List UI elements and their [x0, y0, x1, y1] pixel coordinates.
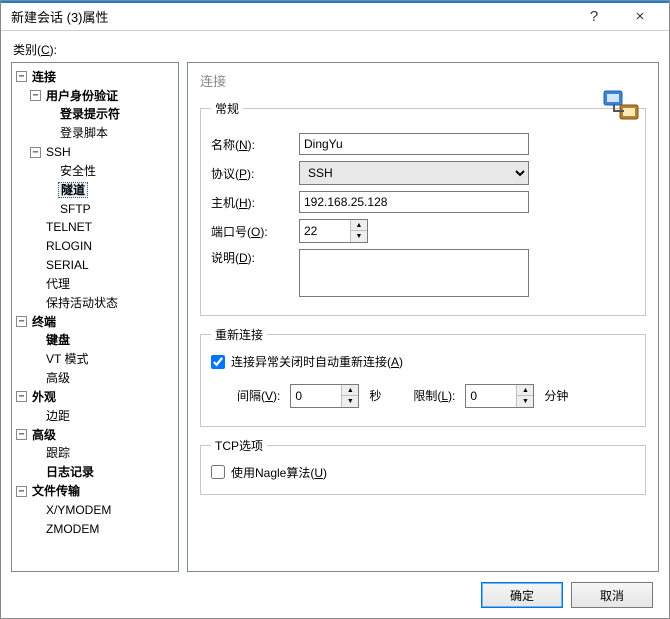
cancel-button[interactable]: 取消 — [571, 582, 653, 608]
limit-label: 限制(L): — [413, 387, 455, 404]
tcp-legend: TCP选项 — [211, 437, 267, 454]
help-button[interactable]: ? — [571, 3, 617, 31]
reconnect-legend: 重新连接 — [211, 326, 267, 343]
interval-input[interactable] — [291, 385, 341, 407]
settings-panel: 连接 常规 名称(N): 协议(P): — [187, 62, 659, 572]
nagle-label: 使用Nagle算法(U) — [231, 464, 327, 481]
dialog-footer: 确定 取消 — [11, 572, 659, 610]
collapse-icon[interactable]: − — [16, 429, 27, 440]
tree-item-file-transfer[interactable]: −文件传输 X/YMODEM ZMODEM — [16, 481, 176, 537]
limit-spinner[interactable]: ▲▼ — [465, 384, 534, 408]
reconnect-fieldset: 重新连接 连接异常关闭时自动重新连接(A) 间隔(V): ▲▼ 秒 限制(L): — [200, 326, 646, 427]
tree-item-vt[interactable]: VT 模式 — [30, 349, 176, 368]
tree-item-tunnel[interactable]: 隧道 — [44, 180, 176, 199]
desc-label: 说明(D): — [211, 249, 291, 266]
tree-item-proxy[interactable]: 代理 — [30, 274, 176, 293]
tree-item-terminal[interactable]: −终端 键盘 VT 模式 高级 — [16, 312, 176, 387]
tree-item-security[interactable]: 安全性 — [44, 161, 176, 180]
spin-down-icon[interactable]: ▼ — [342, 396, 358, 407]
autoreconnect-checkbox[interactable]: 连接异常关闭时自动重新连接(A) — [211, 353, 403, 370]
name-label: 名称(N): — [211, 136, 291, 153]
title-bar: 新建会话 (3)属性 ? × — [1, 1, 669, 31]
nagle-checkbox[interactable]: 使用Nagle算法(U) — [211, 464, 327, 481]
limit-unit: 分钟 — [544, 387, 568, 404]
spin-up-icon[interactable]: ▲ — [517, 385, 533, 396]
protocol-select[interactable]: SSH — [299, 161, 529, 185]
panel-title: 连接 — [200, 71, 646, 90]
tree-item-connection[interactable]: −连接 −用户身份验证 登录提示符 登录脚本 −SSH 安全性 隧道 — [16, 67, 176, 312]
collapse-icon[interactable]: − — [16, 71, 27, 82]
spin-up-icon[interactable]: ▲ — [342, 385, 358, 396]
port-spinner[interactable]: ▲▼ — [299, 219, 368, 243]
tree-item-keyboard[interactable]: 键盘 — [30, 331, 176, 350]
tree-item-auth[interactable]: −用户身份验证 登录提示符 登录脚本 — [30, 86, 176, 142]
tree-item-keepalive[interactable]: 保持活动状态 — [30, 293, 176, 312]
tree-item-margin[interactable]: 边距 — [30, 406, 176, 425]
collapse-icon[interactable]: − — [16, 391, 27, 402]
tcp-fieldset: TCP选项 使用Nagle算法(U) — [200, 437, 646, 496]
name-input[interactable] — [299, 133, 529, 155]
tree-item-xymodem[interactable]: X/YMODEM — [30, 500, 176, 519]
host-label: 主机(H): — [211, 194, 291, 211]
general-fieldset: 常规 名称(N): 协议(P): SSH 主机(H): 端口号(O): — [200, 100, 646, 316]
general-legend: 常规 — [211, 100, 243, 117]
category-label: 类别(C): — [11, 37, 659, 62]
port-input[interactable] — [300, 220, 350, 242]
ok-button[interactable]: 确定 — [481, 582, 563, 608]
tree-item-log[interactable]: 日志记录 — [30, 462, 176, 481]
tree-item-advanced-term[interactable]: 高级 — [30, 368, 176, 387]
tree-item-login-prompt[interactable]: 登录提示符 — [44, 105, 176, 124]
spin-down-icon[interactable]: ▼ — [351, 231, 367, 242]
tree-item-appearance[interactable]: −外观 边距 — [16, 387, 176, 425]
tree-item-ssh[interactable]: −SSH 安全性 隧道 SFTP — [30, 142, 176, 217]
interval-unit: 秒 — [369, 387, 381, 404]
collapse-icon[interactable]: − — [30, 147, 41, 158]
interval-label: 间隔(V): — [237, 387, 280, 404]
tree-item-serial[interactable]: SERIAL — [30, 255, 176, 274]
spin-down-icon[interactable]: ▼ — [517, 396, 533, 407]
tree-item-sftp[interactable]: SFTP — [44, 199, 176, 218]
tree-item-login-script[interactable]: 登录脚本 — [44, 123, 176, 142]
host-input[interactable] — [299, 191, 529, 213]
collapse-icon[interactable]: − — [16, 486, 27, 497]
window-title: 新建会话 (3)属性 — [7, 7, 571, 26]
limit-input[interactable] — [466, 385, 516, 407]
collapse-icon[interactable]: − — [16, 316, 27, 327]
dialog-content: 类别(C): − 连接 −用户身份验证 登录提示符 登录脚本 − SSH — [1, 31, 669, 618]
interval-spinner[interactable]: ▲▼ — [290, 384, 359, 408]
tree-item-zmodem[interactable]: ZMODEM — [30, 519, 176, 538]
tree-item-rlogin[interactable]: RLOGIN — [30, 236, 176, 255]
close-button[interactable]: × — [617, 3, 663, 31]
main-area: − 连接 −用户身份验证 登录提示符 登录脚本 − SSH 安全性 隧道 — [11, 62, 659, 572]
desc-input[interactable] — [299, 249, 529, 297]
autoreconnect-checkbox-input[interactable] — [211, 355, 225, 369]
tree-item-trace[interactable]: 跟踪 — [30, 444, 176, 463]
protocol-label: 协议(P): — [211, 165, 291, 182]
port-label: 端口号(O): — [211, 223, 291, 240]
collapse-icon[interactable]: − — [30, 90, 41, 101]
tree-item-telnet[interactable]: TELNET — [30, 218, 176, 237]
tree-item-advanced[interactable]: −高级 跟踪 日志记录 — [16, 425, 176, 481]
connection-icon — [602, 87, 642, 127]
autoreconnect-label: 连接异常关闭时自动重新连接(A) — [231, 353, 403, 370]
category-tree[interactable]: −连接 −用户身份验证 登录提示符 登录脚本 −SSH 安全性 隧道 — [11, 62, 179, 572]
nagle-checkbox-input[interactable] — [211, 465, 225, 479]
spin-up-icon[interactable]: ▲ — [351, 220, 367, 231]
